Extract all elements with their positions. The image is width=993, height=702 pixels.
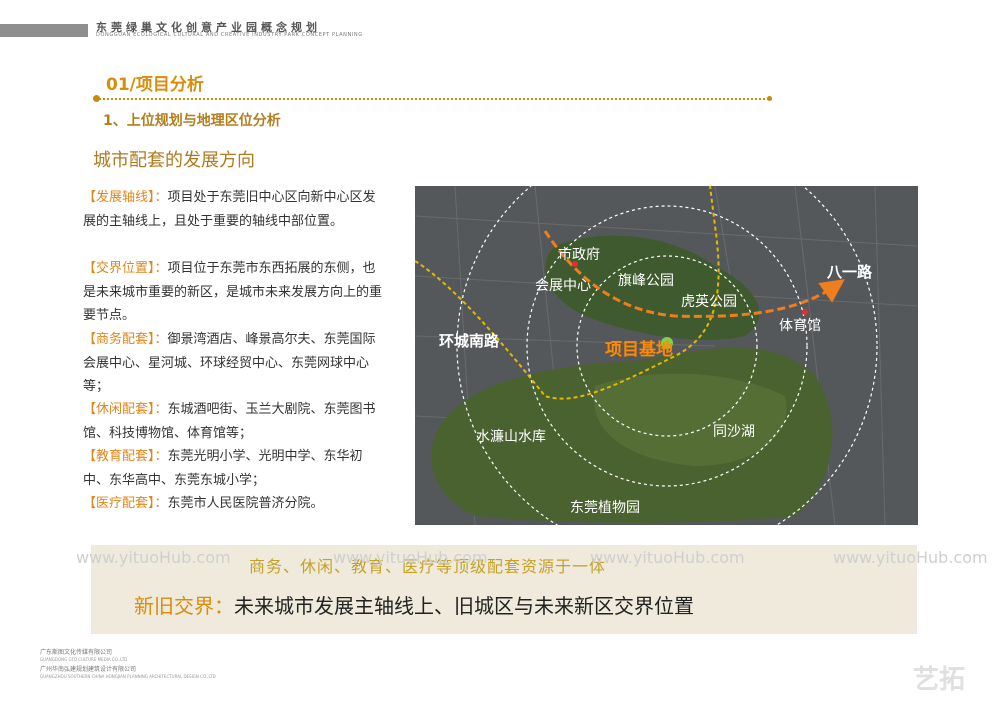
header-subtitle: DONGGUAN ECOLOGICAL CULTURAL AND CREATIV… (96, 32, 363, 38)
banner-line-2: 新旧交界：未来城市发展主轴线上、旧城区与未来新区交界位置 (134, 594, 694, 618)
stadium-dot (802, 309, 808, 315)
section-heading: 城市配套的发展方向 (93, 150, 255, 171)
divider-dot-left (93, 95, 100, 102)
paragraph-medical: 【医疗配套】：东莞市人民医院普济分院。 (83, 496, 324, 511)
section-title: 01/项目分析 (106, 75, 204, 95)
header-bar (0, 24, 88, 37)
label-huying: 虎英公园 (681, 293, 737, 310)
paragraph-boundary: 【交界位置】：项目位于东莞市东西拓展的东侧，也是未来城市重要的新区，是城市未来发… (83, 261, 383, 323)
dotted-divider (96, 98, 772, 100)
watermark-4: www.yituoHub.com (833, 548, 988, 567)
label-bayi-road: 八一路 (826, 263, 873, 281)
watermark-1: www.yituoHub.com (76, 548, 231, 567)
footer-company-2-en: GUANGZHOU SOUTHERN CHINA HONGJIAN PLANNI… (40, 674, 216, 679)
footer-company-1-en: GUANGDONG GTO CULTURE MEDIA CO.,LTD (40, 657, 128, 662)
watermark-2: www.yituoHub.com (333, 548, 488, 567)
label-huancheng-road: 环城南路 (439, 332, 500, 350)
label-qifeng: 旗峰公园 (618, 273, 674, 289)
label-botanic: 东莞植物园 (570, 500, 640, 516)
label-stadium: 体育馆 (779, 318, 821, 334)
label-tongsha: 同沙湖 (713, 424, 755, 440)
watermark-3: www.yituoHub.com (590, 548, 745, 567)
label-site: 项目基地 (605, 339, 673, 360)
paragraph-education: 【教育配套】：东莞光明小学、光明中学、东华初中、东华高中、东莞东城小学； (83, 449, 363, 488)
label-shuilian: 水濂山水库 (476, 428, 546, 445)
yituo-logo: 艺拓 (913, 665, 965, 693)
footer-company-2: 广州华南弘建规划建筑设计有限公司 (40, 666, 137, 673)
section-subtitle: 1、上位规划与地理区位分析 (103, 113, 281, 129)
divider-dot-right (767, 96, 772, 101)
label-city-hall: 市政府 (558, 246, 600, 263)
location-map: 市政府 会展中心 旗峰公园 虎英公园 八一路 体育馆 环城南路 项目基地 水濂山… (415, 186, 918, 525)
paragraph-business: 【商务配套】：御景湾酒店、峰景高尔夫、东莞国际会展中心、星河城、环球经贸中心、东… (83, 332, 376, 394)
label-expo: 会展中心 (535, 278, 591, 294)
paragraph-leisure: 【休闲配套】：东城酒吧街、玉兰大剧院、东莞图书馆、科技博物馆、体育馆等； (83, 402, 376, 441)
footer-company-1: 广东斯图文化传媒有限公司 (40, 649, 113, 656)
paragraph-axis: 【发展轴线】：项目处于东莞旧中心区向新中心区发展的主轴线上，且处于重要的轴线中部… (83, 190, 376, 229)
logo-text: 艺拓 (913, 665, 965, 693)
